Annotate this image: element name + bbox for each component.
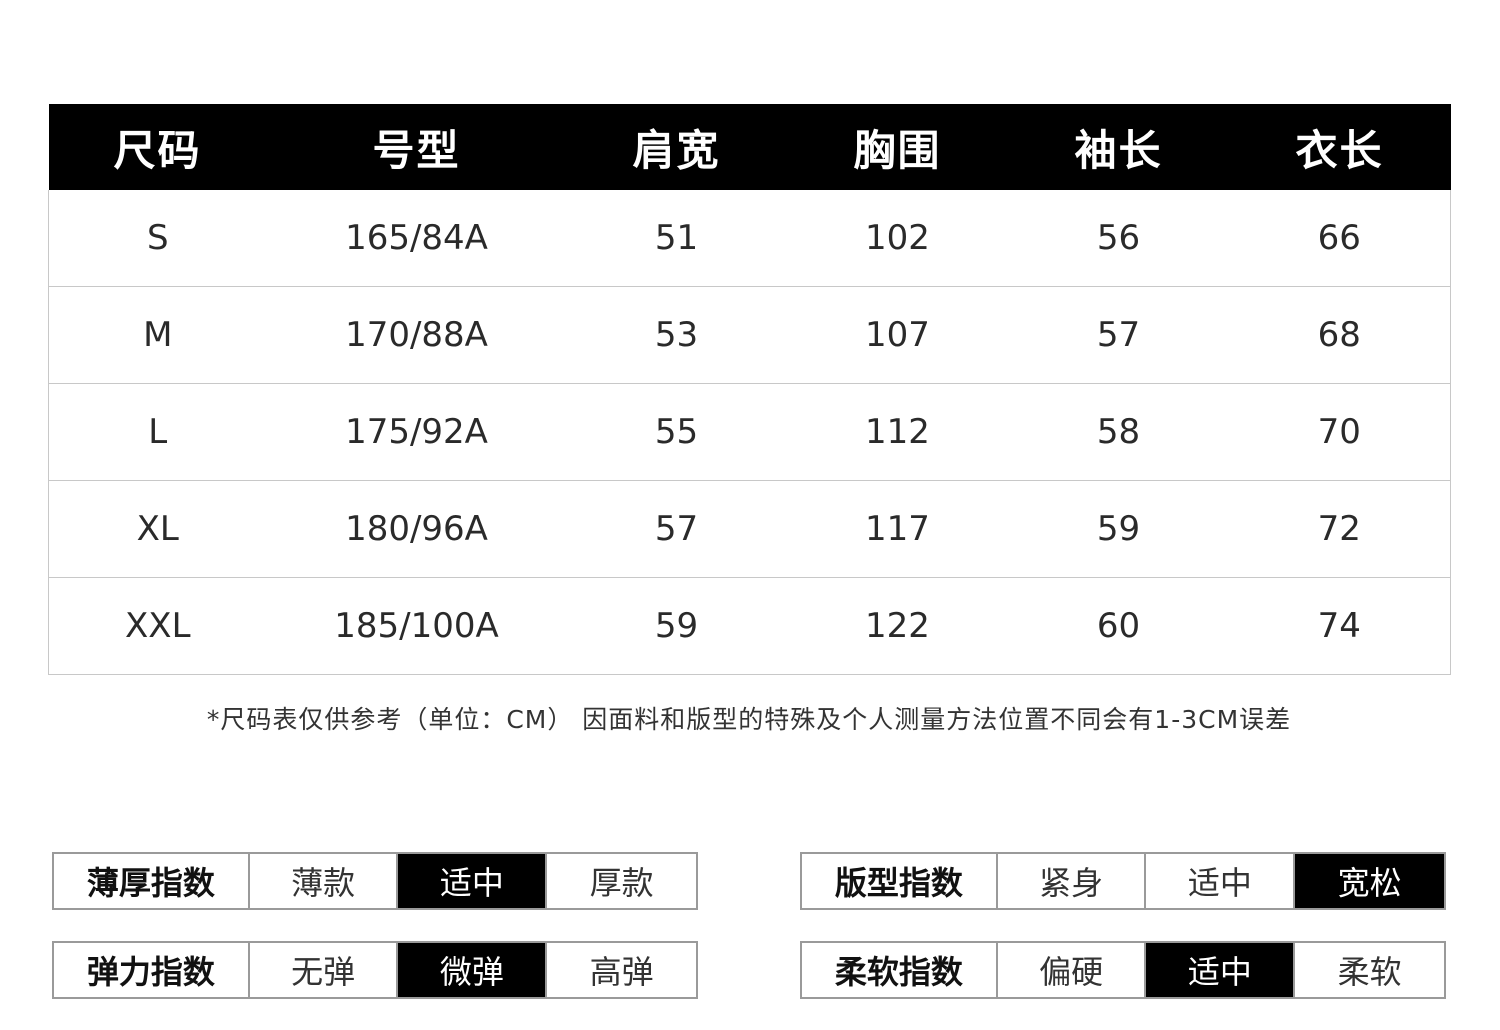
thickness-index: 薄厚指数 薄款 适中 厚款 [52,852,698,910]
thickness-index-label: 薄厚指数 [54,854,250,908]
elastic-index-label: 弹力指数 [54,943,250,997]
softness-index: 柔软指数 偏硬 适中 柔软 [800,941,1446,999]
cell-shoulder: 55 [566,383,787,481]
header-model: 号型 [266,104,567,190]
table-row: S 165/84A 51 102 56 66 [48,190,1451,287]
cell-size: L [48,383,267,481]
table-row: M 170/88A 53 107 57 68 [48,286,1451,384]
header-sleeve: 袖长 [1008,104,1229,190]
fit-option-slim: 紧身 [998,854,1147,908]
size-note: *尺码表仅供参考（单位：CM） 因面料和版型的特殊及个人测量方法位置不同会有1-… [206,705,1292,734]
header-chest: 胸围 [786,104,1009,190]
cell-size: XXL [48,577,267,675]
header-shoulder: 肩宽 [566,104,787,190]
cell-sleeve: 57 [1008,286,1229,384]
fit-index-label: 版型指数 [802,854,998,908]
fit-option-loose: 宽松 [1295,854,1444,908]
cell-length: 66 [1228,190,1451,287]
table-row: XXL 185/100A 59 122 60 74 [48,577,1451,675]
thickness-option-thin: 薄款 [250,854,399,908]
cell-length: 74 [1228,577,1451,675]
elastic-index: 弹力指数 无弹 微弹 高弹 [52,941,698,999]
cell-chest: 107 [786,286,1009,384]
cell-sleeve: 59 [1008,480,1229,578]
size-table: 尺码 号型 肩宽 胸围 袖长 衣长 S 165/84A 51 102 56 66… [48,104,1451,675]
cell-sleeve: 56 [1008,190,1229,287]
cell-chest: 112 [786,383,1009,481]
table-row: L 175/92A 55 112 58 70 [48,383,1451,481]
cell-length: 72 [1228,480,1451,578]
cell-sleeve: 60 [1008,577,1229,675]
softness-index-label: 柔软指数 [802,943,998,997]
softness-option-medium: 适中 [1146,943,1296,997]
thickness-option-thick: 厚款 [589,864,654,902]
header-size: 尺码 [48,104,267,190]
softness-option-stiff: 偏硬 [998,943,1147,997]
softness-option-soft: 柔软 [1337,953,1402,991]
cell-shoulder: 59 [566,577,787,675]
header-length: 衣长 [1228,104,1451,190]
fit-option-regular: 适中 [1146,854,1296,908]
fit-index: 版型指数 紧身 适中 宽松 [800,852,1446,910]
cell-model: 180/96A [266,480,567,578]
cell-length: 68 [1228,286,1451,384]
cell-chest: 117 [786,480,1009,578]
table-row: XL 180/96A 57 117 59 72 [48,480,1451,578]
cell-chest: 102 [786,190,1009,287]
cell-model: 170/88A [266,286,567,384]
cell-length: 70 [1228,383,1451,481]
cell-model: 175/92A [266,383,567,481]
cell-shoulder: 51 [566,190,787,287]
cell-size: M [48,286,267,384]
cell-shoulder: 53 [566,286,787,384]
cell-shoulder: 57 [566,480,787,578]
cell-model: 165/84A [266,190,567,287]
elastic-option-none: 无弹 [250,943,399,997]
cell-size: XL [48,480,267,578]
cell-model: 185/100A [266,577,567,675]
thickness-option-medium: 适中 [398,854,548,908]
cell-size: S [48,190,267,287]
cell-sleeve: 58 [1008,383,1229,481]
elastic-option-slight: 微弹 [398,943,548,997]
size-table-header: 尺码 号型 肩宽 胸围 袖长 衣长 [48,104,1451,190]
elastic-option-high: 高弹 [589,953,654,991]
cell-chest: 122 [786,577,1009,675]
